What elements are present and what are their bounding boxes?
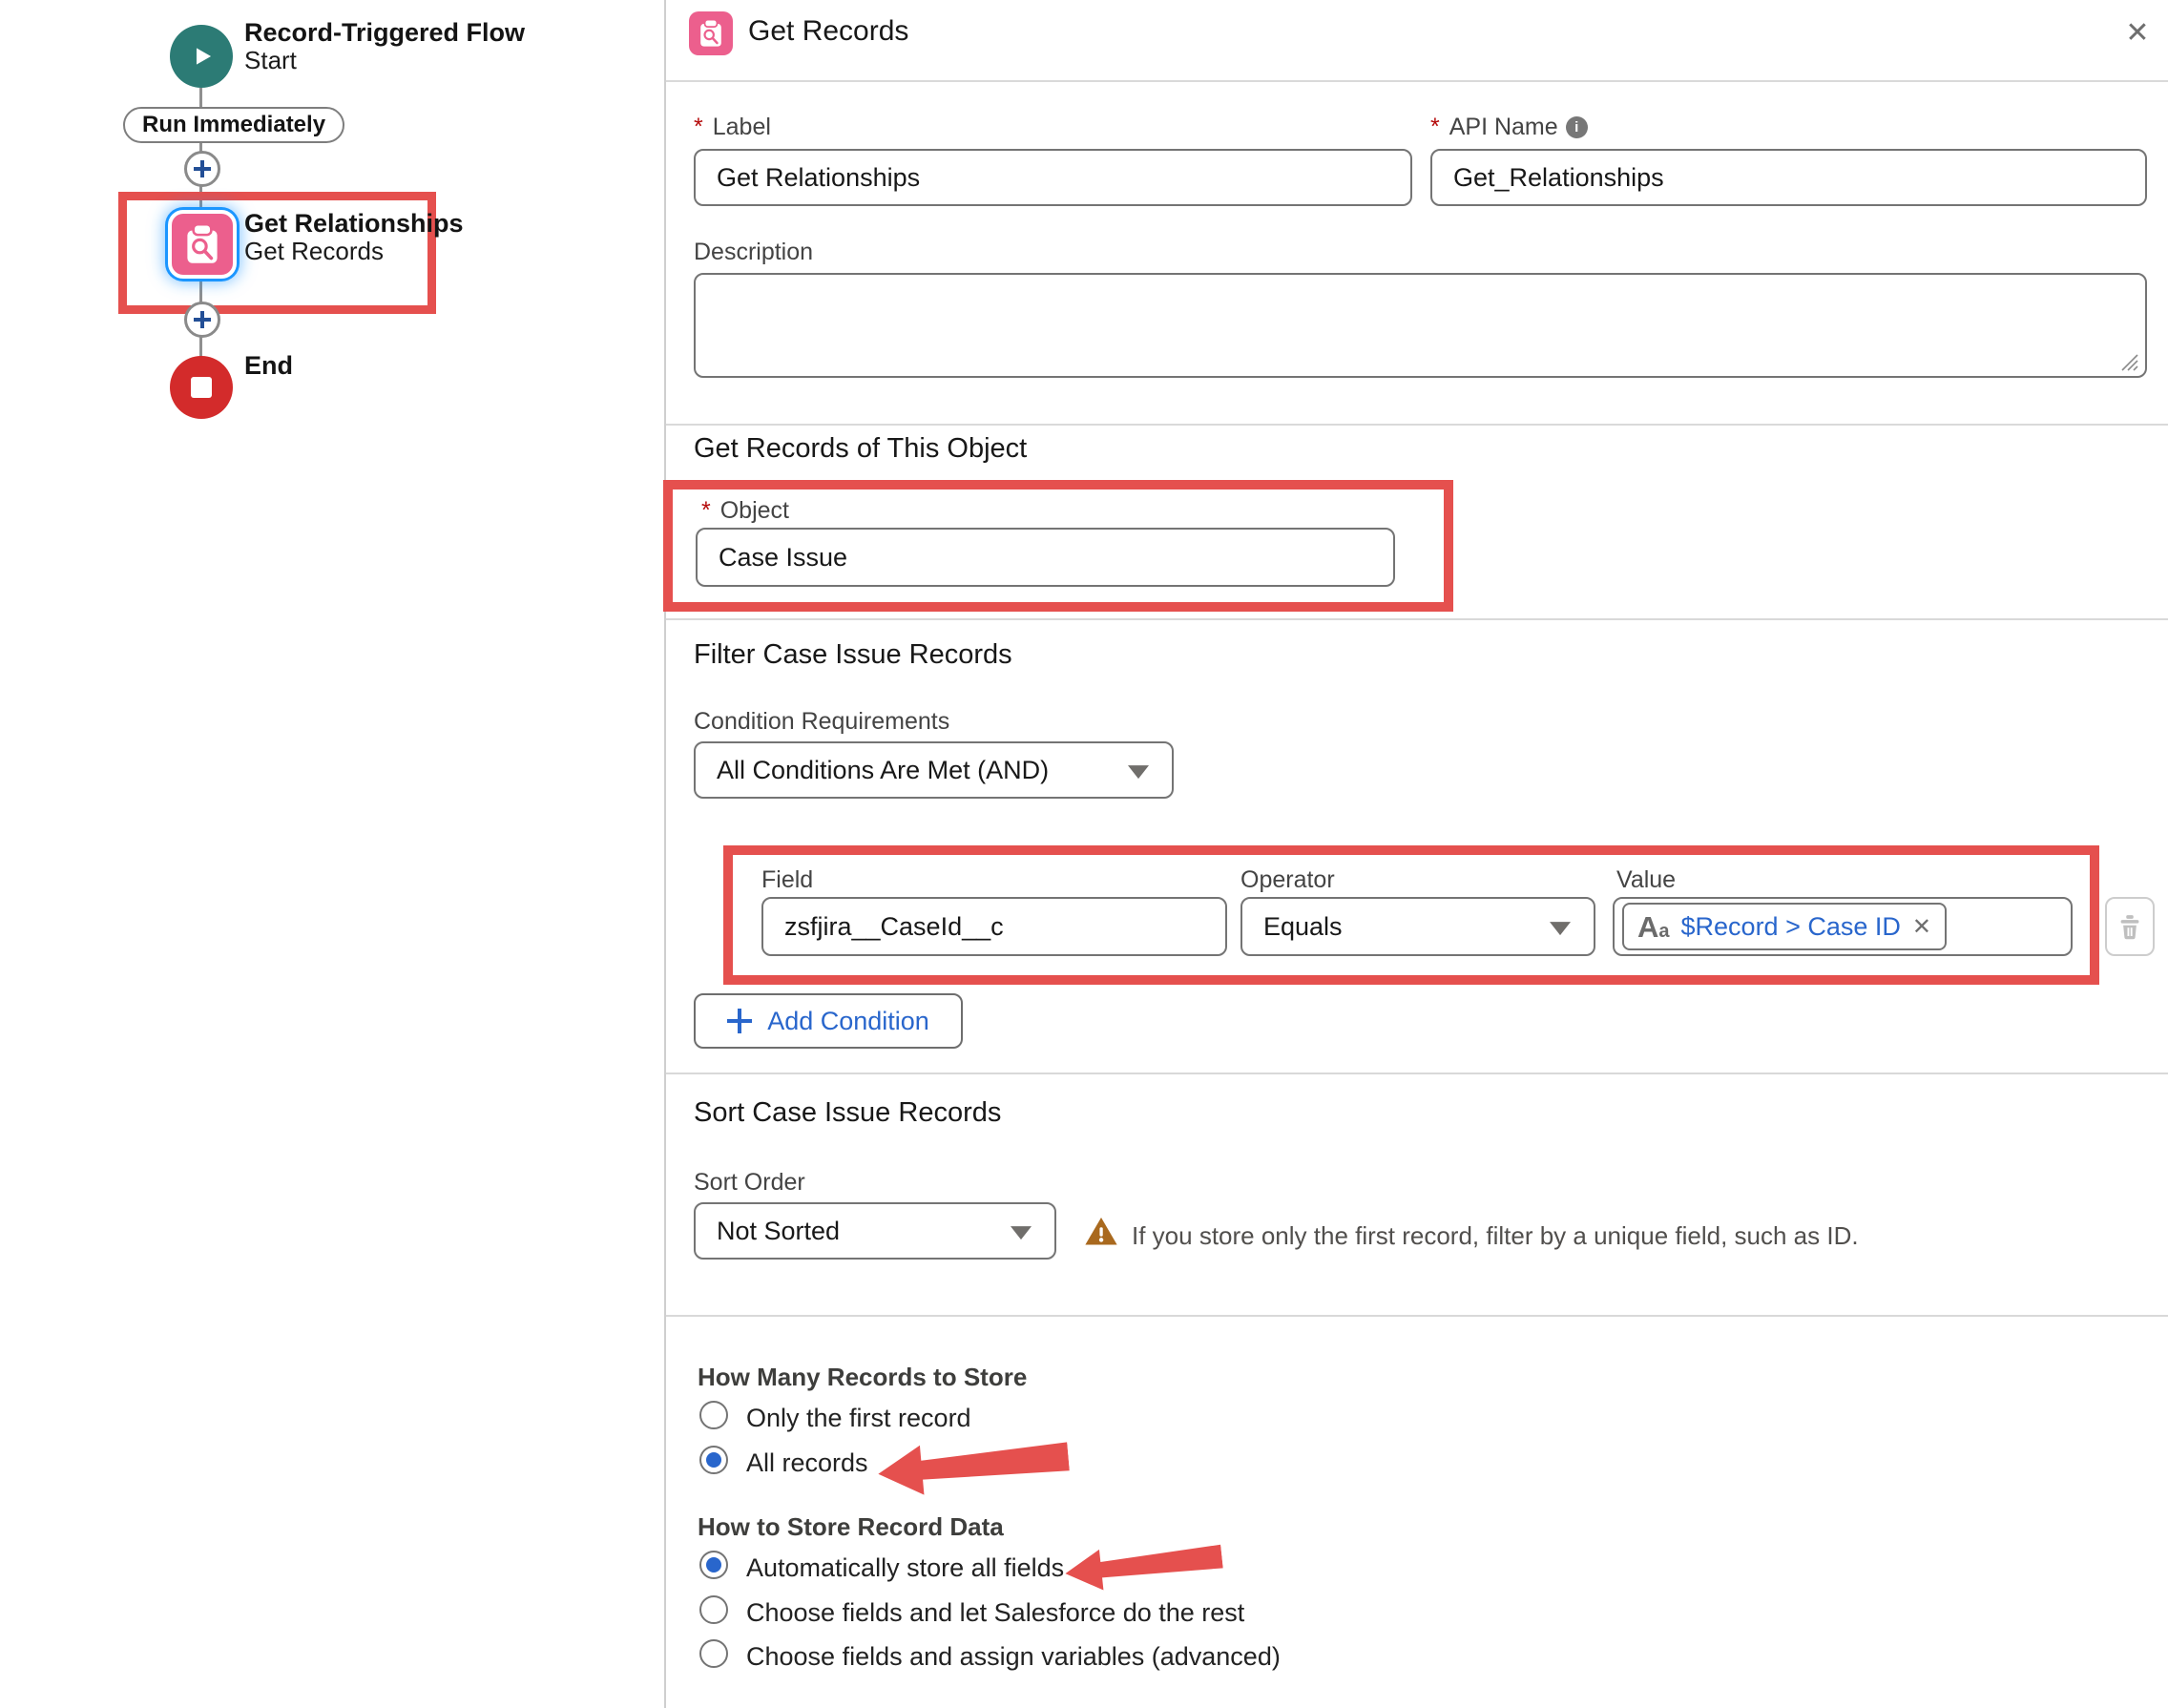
add-condition-button[interactable]: Add Condition [694, 993, 963, 1049]
start-node[interactable] [170, 25, 233, 88]
sort-order-select[interactable]: Not Sorted [694, 1202, 1056, 1260]
description-textarea[interactable] [694, 273, 2147, 378]
how-many-records-heading: How Many Records to Store [698, 1363, 1027, 1392]
get-records-node[interactable] [168, 210, 237, 279]
panel-header-icon [689, 11, 733, 55]
get-records-icon [177, 219, 227, 269]
label-field-label: *Label [694, 114, 771, 141]
node-title: Get Relationships [244, 209, 464, 239]
get-records-icon [694, 16, 728, 51]
end-node-label: End [244, 351, 293, 381]
api-name-field-label: *API Name i [1430, 114, 1588, 141]
divider [666, 618, 2168, 620]
radio-only-first-record[interactable] [699, 1401, 728, 1429]
radio-auto-store-all-fields[interactable] [699, 1551, 728, 1579]
radio-label[interactable]: All records [746, 1448, 868, 1478]
close-icon[interactable]: ✕ [2118, 13, 2157, 52]
object-section-heading: Get Records of This Object [694, 433, 1027, 465]
how-to-store-heading: How to Store Record Data [698, 1512, 1004, 1542]
plus-icon [727, 1009, 752, 1033]
annotation-box-object [663, 480, 1453, 612]
sort-order-label: Sort Order [694, 1169, 805, 1197]
description-label: Description [694, 239, 813, 266]
radio-label[interactable]: Automatically store all fields [746, 1553, 1064, 1583]
annotation-arrow-all-records [876, 1428, 1071, 1502]
add-element-button[interactable] [184, 302, 220, 338]
divider [666, 424, 2168, 426]
radio-choose-fields-salesforce[interactable] [699, 1595, 728, 1624]
end-node[interactable] [170, 356, 233, 419]
annotation-box-condition [723, 845, 2099, 985]
radio-all-records[interactable] [699, 1446, 728, 1474]
start-node-subtitle: Start [244, 46, 297, 75]
chevron-down-icon [1128, 765, 1149, 779]
delete-condition-button[interactable] [2105, 897, 2155, 956]
condition-requirements-label: Condition Requirements [694, 708, 949, 736]
node-subtitle: Get Records [244, 237, 384, 266]
sort-warning-text: If you store only the first record, filt… [1132, 1221, 1859, 1251]
annotation-arrow-auto-store [1063, 1531, 1225, 1600]
radio-label[interactable]: Choose fields and let Salesforce do the … [746, 1598, 1244, 1628]
filter-section-heading: Filter Case Issue Records [694, 639, 1012, 671]
panel-title: Get Records [748, 15, 908, 48]
run-immediately-badge[interactable]: Run Immediately [123, 107, 344, 143]
required-mark: * [694, 114, 703, 141]
resize-handle-icon[interactable] [2116, 349, 2139, 372]
add-element-button[interactable] [184, 151, 220, 187]
radio-choose-fields-advanced[interactable] [699, 1639, 728, 1668]
radio-label[interactable]: Only the first record [746, 1404, 971, 1433]
required-mark: * [1430, 114, 1440, 141]
stop-icon [191, 377, 212, 398]
api-name-input[interactable] [1430, 149, 2147, 206]
chevron-down-icon [1011, 1226, 1032, 1239]
divider [666, 1315, 2168, 1317]
label-input[interactable] [694, 149, 1412, 206]
flow-builder-screen: Record-Triggered Flow Start Run Immediat… [0, 0, 2168, 1708]
trash-icon [2116, 912, 2144, 941]
sort-section-heading: Sort Case Issue Records [694, 1097, 1001, 1129]
radio-label[interactable]: Choose fields and assign variables (adva… [746, 1642, 1281, 1672]
divider [666, 80, 2168, 82]
play-icon [184, 39, 219, 73]
info-icon[interactable]: i [1566, 116, 1588, 138]
warning-icon [1083, 1214, 1119, 1250]
get-records-panel: Get Records ✕ *Label *API Name i Descrip… [664, 0, 2168, 1708]
divider [666, 1073, 2168, 1074]
condition-requirements-select[interactable]: All Conditions Are Met (AND) [694, 741, 1174, 799]
start-node-title: Record-Triggered Flow [244, 18, 525, 48]
